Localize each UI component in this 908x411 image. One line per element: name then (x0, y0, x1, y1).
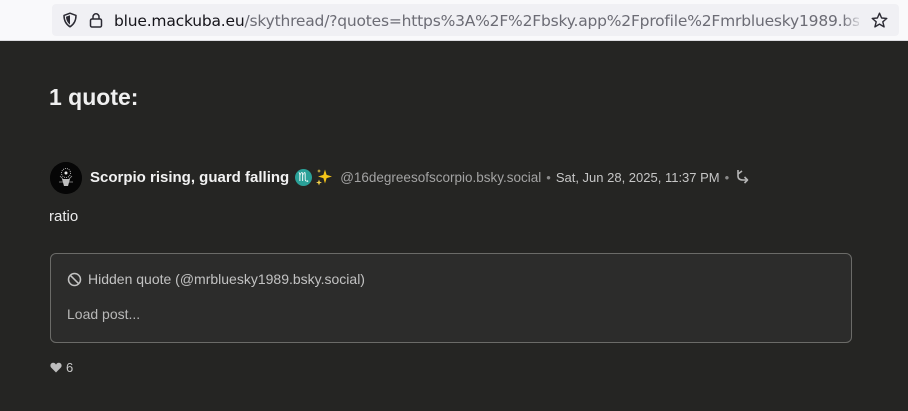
like-stat: 6 (50, 360, 73, 375)
lock-icon[interactable] (88, 12, 104, 28)
address-bar[interactable]: blue.mackuba.eu/skythread/?quotes=https%… (52, 4, 899, 36)
heart-icon (50, 362, 62, 373)
like-count: 6 (66, 360, 74, 375)
bookmark-star-icon[interactable] (871, 12, 888, 29)
url-text[interactable]: blue.mackuba.eu/skythread/?quotes=https%… (114, 11, 859, 31)
avatar-image (50, 162, 82, 194)
quoted-post-box: Hidden quote (@mrbluesky1989.bsky.social… (50, 253, 852, 343)
url-fade (842, 8, 864, 32)
hidden-ban-icon (67, 272, 82, 286)
avatar[interactable] (50, 162, 82, 194)
page-heading: 1 quote: (49, 84, 139, 110)
url-host: blue.mackuba.eu (114, 12, 245, 30)
sparkles-icon (316, 169, 333, 186)
separator-dot: • (546, 169, 551, 185)
author-name[interactable]: Scorpio rising, guard falling (90, 169, 289, 186)
post-body: ratio (49, 208, 79, 225)
reply-arrow-icon[interactable] (735, 169, 749, 185)
post-date[interactable]: Sat, Jun 28, 2025, 11:37 PM (556, 170, 720, 185)
shield-icon[interactable] (62, 12, 78, 28)
hidden-quote-row: Hidden quote (@mrbluesky1989.bsky.social… (67, 271, 365, 287)
author-handle[interactable]: @16degreesofscorpio.bsky.social (340, 170, 541, 185)
url-path: /skythread/?quotes=https%3A%2F%2Fbsky.ap… (244, 12, 860, 30)
browser-toolbar: blue.mackuba.eu/skythread/?quotes=https%… (0, 0, 908, 41)
load-post-link[interactable]: Load post... (67, 306, 140, 322)
hidden-quote-label: Hidden quote (@mrbluesky1989.bsky.social… (88, 271, 365, 287)
post-header: Scorpio rising, guard falling ♏ @16degre… (90, 166, 749, 188)
scorpio-emoji-icon: ♏ (295, 168, 313, 186)
separator-dot: • (724, 169, 730, 185)
